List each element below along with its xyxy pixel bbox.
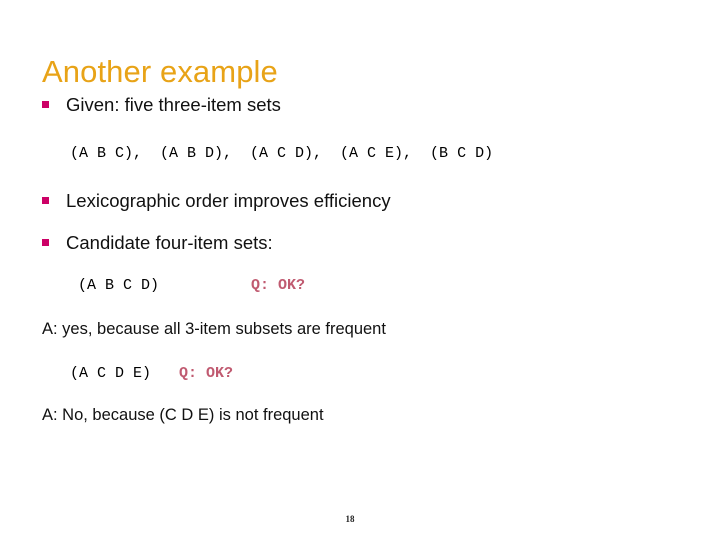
bullet-item-candidates: Candidate four-item sets: xyxy=(0,230,720,256)
item-sets-line: (A B C), (A B D), (A C D), (A C E), (B C… xyxy=(70,145,494,162)
bullet-item-lexicographic: Lexicographic order improves efficiency xyxy=(0,188,720,214)
bullet-square-icon xyxy=(42,197,49,204)
bullet-item-given: Given: five three-item sets xyxy=(0,92,720,118)
question-label-2: Q: OK? xyxy=(179,365,234,382)
bullet-label-candidates: Candidate four-item sets: xyxy=(66,232,273,253)
question-label-1: Q: OK? xyxy=(251,277,306,294)
candidate-set-2: (A C D E) xyxy=(70,365,152,382)
bullet-label-lexicographic: Lexicographic order improves efficiency xyxy=(66,190,391,211)
slide-canvas: Another example Given: five three-item s… xyxy=(0,0,720,540)
answer-text-2: A: No, because (C D E) is not frequent xyxy=(42,406,324,424)
bullet-square-icon xyxy=(42,239,49,246)
slide-body: Given: five three-item sets (A B C), (A … xyxy=(0,92,720,427)
candidate-set-1: (A B C D) xyxy=(78,277,160,294)
answer-text-1: A: yes, because all 3-item subsets are f… xyxy=(42,320,386,338)
candidate-row-2: (A C D E) Q: OK? xyxy=(0,363,720,385)
page-number: 18 xyxy=(345,514,355,524)
bullet-square-icon xyxy=(42,101,49,108)
page-title: Another example xyxy=(42,53,278,89)
candidate-row-1: (A B C D) Q: OK? xyxy=(0,275,720,297)
bullet-label-given: Given: five three-item sets xyxy=(66,94,281,115)
